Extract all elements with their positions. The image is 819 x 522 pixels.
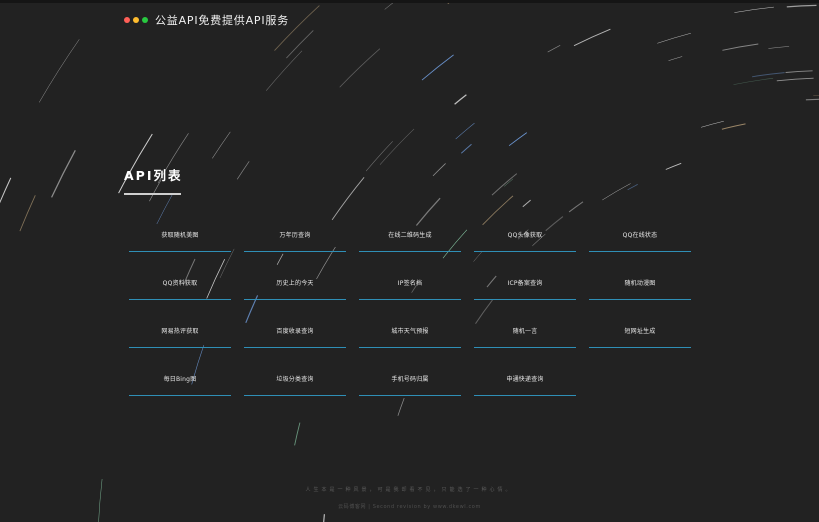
api-list-item[interactable]: 在线二维码生成	[359, 222, 461, 252]
red-dot-icon	[124, 17, 130, 23]
section-title: API列表	[124, 168, 183, 183]
api-list-item[interactable]: 短网址生成	[589, 318, 691, 348]
section-title-underline	[124, 193, 181, 195]
api-list-item[interactable]: QQ头像获取	[474, 222, 576, 252]
star-trail-background	[0, 0, 819, 522]
api-list-item[interactable]: 随机动漫图	[589, 270, 691, 300]
green-dot-icon	[142, 17, 148, 23]
api-list-item[interactable]: 万年历查询	[244, 222, 346, 252]
site-header: 公益API免费提供API服务	[124, 12, 289, 28]
api-list-item[interactable]: ICP备案查询	[474, 270, 576, 300]
api-list-item[interactable]: 获取随机美图	[129, 222, 231, 252]
api-list-item[interactable]: 申通快递查询	[474, 366, 576, 396]
window-dots	[124, 17, 148, 23]
footer-credit[interactable]: 云码博客网 | Second revision by www.dkewl.com	[0, 503, 819, 510]
api-list-item[interactable]: 百度收录查询	[244, 318, 346, 348]
footer-quote: 人生本是一种风景，可是我却看不见，只能选了一种心情。	[305, 487, 514, 493]
top-border	[0, 0, 819, 3]
yellow-dot-icon	[133, 17, 139, 23]
api-list-item[interactable]: 垃圾分类查询	[244, 366, 346, 396]
api-list-item[interactable]: 手机号码归属	[359, 366, 461, 396]
api-list-item[interactable]: IP签名档	[359, 270, 461, 300]
api-list-item[interactable]: 城市天气预报	[359, 318, 461, 348]
api-list-item[interactable]: 历史上的今天	[244, 270, 346, 300]
site-title[interactable]: 公益API免费提供API服务	[155, 12, 289, 28]
api-list-item[interactable]: 每日Bing图	[129, 366, 231, 396]
api-list-item[interactable]: 网易热评获取	[129, 318, 231, 348]
api-list-item[interactable]: QQ资料获取	[129, 270, 231, 300]
api-list-item[interactable]: 随机一言	[474, 318, 576, 348]
api-list-item[interactable]: QQ在线状态	[589, 222, 691, 252]
